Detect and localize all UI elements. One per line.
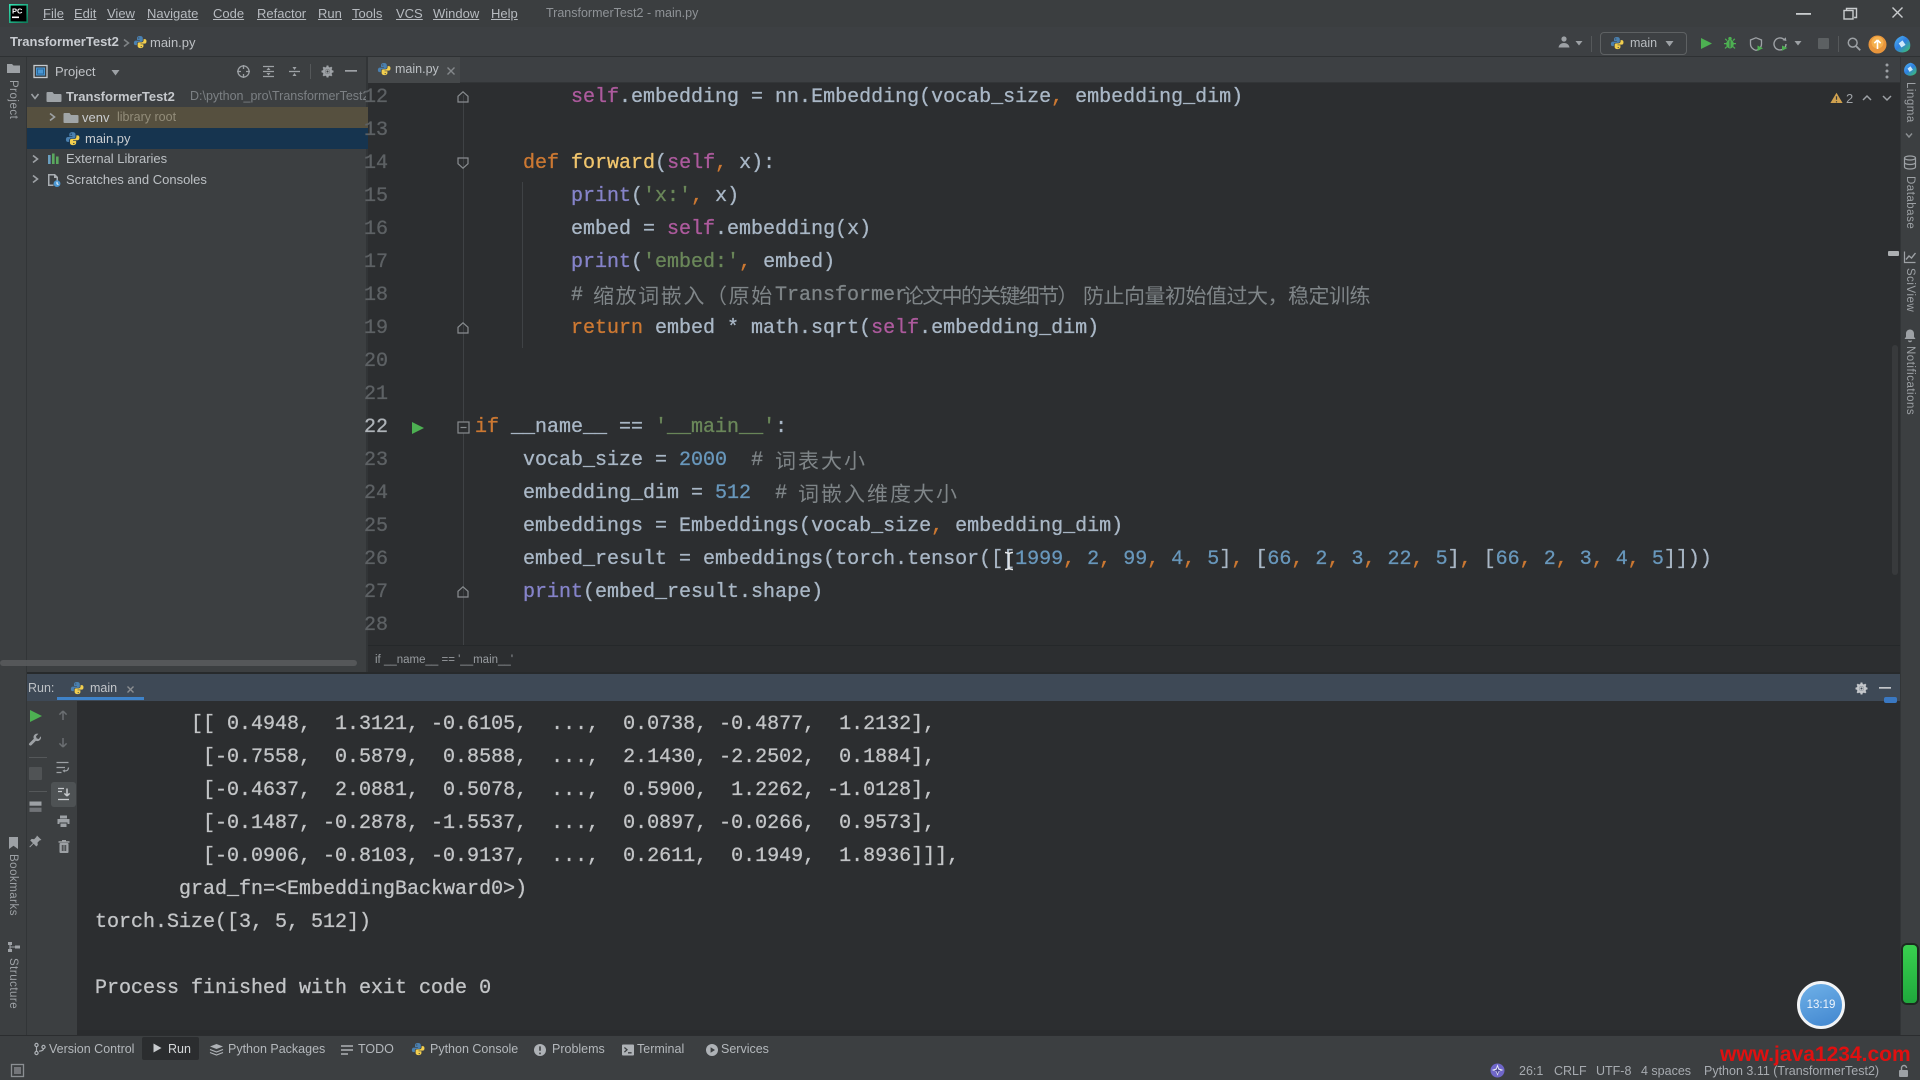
svg-text:PC: PC bbox=[12, 7, 23, 16]
